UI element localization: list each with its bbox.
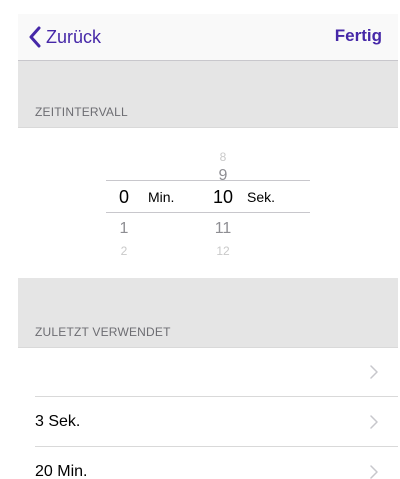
seconds-selected-value[interactable]: 10 bbox=[208, 187, 238, 208]
section-title-recent: ZULETZT VERWENDET bbox=[35, 325, 171, 339]
back-button-label: Zurück bbox=[46, 26, 102, 47]
minutes-selected-value[interactable]: 0 bbox=[109, 187, 139, 208]
recent-item-20-min[interactable]: 20 Min. bbox=[18, 448, 398, 479]
minutes-next-value[interactable]: 1 bbox=[109, 220, 139, 238]
recent-item-empty[interactable] bbox=[18, 348, 398, 397]
chevron-right-icon bbox=[370, 465, 378, 479]
recent-list: 3 Sek. 20 Min. bbox=[18, 347, 398, 479]
timer-settings-screen: Zurück Fertig ZEITINTERVALL 0 1 2 Min. 8… bbox=[18, 14, 398, 479]
row-divider bbox=[35, 446, 398, 447]
recent-item-3-sek[interactable]: 3 Sek. bbox=[18, 398, 398, 447]
recent-item-label: 3 Sek. bbox=[35, 413, 81, 430]
section-header-interval: ZEITINTERVALL bbox=[18, 61, 398, 127]
recent-item-label: 20 Min. bbox=[35, 463, 88, 479]
back-button[interactable]: Zurück bbox=[28, 24, 101, 50]
seconds-next-value[interactable]: 11 bbox=[208, 220, 238, 238]
navigation-bar: Zurück Fertig bbox=[18, 14, 398, 61]
seconds-unit-label: Sek. bbox=[247, 189, 276, 205]
section-title-interval: ZEITINTERVALL bbox=[35, 105, 128, 119]
section-header-recent: ZULETZT VERWENDET bbox=[18, 278, 398, 347]
seconds-prev-value[interactable]: 9 bbox=[208, 167, 238, 185]
chevron-left-icon bbox=[29, 26, 41, 48]
chevron-right-icon bbox=[370, 365, 378, 379]
interval-picker[interactable]: 0 1 2 Min. 8 9 10 11 12 Sek. bbox=[18, 127, 398, 279]
row-divider bbox=[35, 396, 398, 397]
seconds-prev-prev-value[interactable]: 8 bbox=[208, 150, 238, 164]
minutes-next-next-value[interactable]: 2 bbox=[109, 244, 139, 258]
done-button[interactable]: Fertig bbox=[335, 26, 382, 46]
minutes-unit-label: Min. bbox=[148, 189, 175, 205]
chevron-right-icon bbox=[370, 415, 378, 429]
picker-selection-bottom-line bbox=[106, 212, 310, 213]
seconds-next-next-value[interactable]: 12 bbox=[208, 244, 238, 258]
